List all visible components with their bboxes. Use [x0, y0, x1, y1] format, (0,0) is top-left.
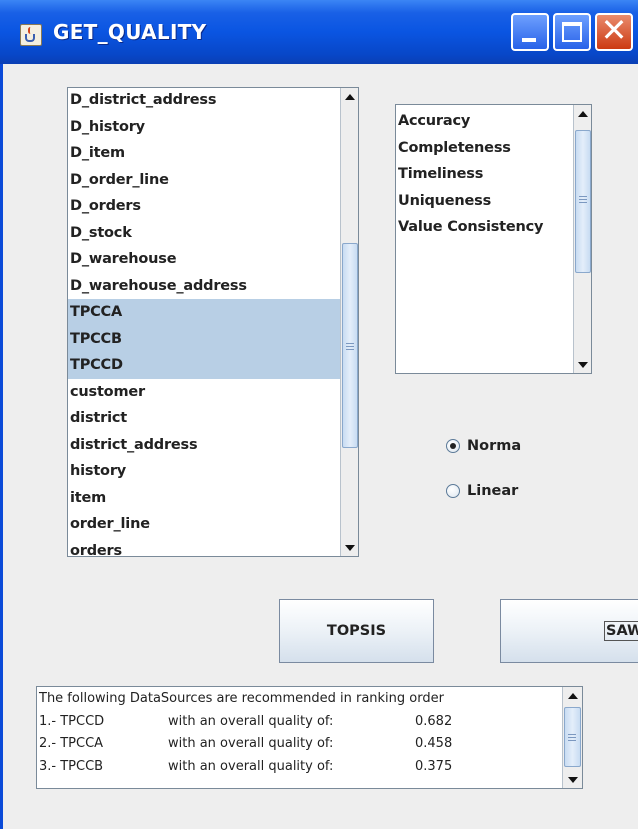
list-item[interactable]: TPCCA — [68, 299, 340, 326]
list-item[interactable]: Timeliness — [396, 161, 573, 188]
list-item[interactable]: Uniqueness — [396, 188, 573, 215]
client-area: D_district_address D_history D_item D_order… — [3, 64, 638, 829]
scroll-up-button[interactable] — [563, 687, 582, 704]
saw-label: SAW — [604, 621, 638, 641]
arrow-up-icon — [344, 93, 355, 100]
result-row: 1.- TPCCD with an overall quality of: 0.… — [39, 711, 562, 734]
results-text-area[interactable]: The following DataSources are recommende… — [36, 686, 583, 789]
scroll-down-button[interactable] — [563, 771, 582, 788]
java-cup-icon[interactable] — [20, 24, 42, 46]
saw-button[interactable]: SAW — [500, 599, 638, 663]
result-row: 3.- TPCCB with an overall quality of: 0.… — [39, 756, 562, 779]
list-item[interactable]: customer — [68, 379, 340, 406]
arrow-up-icon — [577, 110, 588, 117]
result-value: 0.458 — [415, 736, 453, 751]
list-item[interactable]: TPCCB — [68, 325, 340, 352]
result-text: with an overall quality of: — [168, 758, 334, 774]
scroll-down-button[interactable] — [574, 356, 591, 373]
radio-norma[interactable]: Norma — [446, 436, 521, 456]
results-lines: The following DataSources are recommende… — [39, 688, 562, 788]
data-sources-scrollbar[interactable] — [340, 88, 358, 556]
scroll-up-button[interactable] — [341, 88, 358, 105]
result-value: 0.375 — [415, 758, 453, 774]
list-item[interactable]: item — [68, 485, 340, 512]
arrow-down-icon — [577, 361, 588, 368]
radio-label: Linear — [467, 483, 519, 499]
list-item[interactable]: district — [68, 405, 340, 432]
result-value: 0.682 — [415, 713, 453, 729]
result-rank: 2.- TPCCA — [39, 736, 104, 751]
list-item[interactable]: D_warehouse — [68, 246, 340, 273]
data-sources-list[interactable]: D_district_address D_history D_item D_order… — [67, 87, 359, 557]
list-item[interactable]: D_warehouse_address — [68, 273, 340, 300]
list-item[interactable]: Completeness — [396, 135, 573, 162]
quality-criteria-items: Accuracy Completeness Timeliness Uniqueness… — [396, 108, 573, 373]
arrow-up-icon — [567, 692, 578, 699]
result-text: with an overall quality of: — [168, 736, 334, 751]
maximize-button[interactable] — [553, 13, 591, 51]
radio-label: Norma — [467, 438, 522, 454]
list-item[interactable]: D_district_address — [68, 88, 340, 114]
list-item[interactable]: TPCCD — [68, 352, 340, 379]
radio-linear[interactable]: Linear — [446, 481, 518, 501]
quality-criteria-list[interactable]: Accuracy Completeness Timeliness Uniqueness… — [395, 104, 592, 374]
result-text: with an overall quality of: — [168, 713, 334, 729]
radio-circle[interactable] — [446, 484, 460, 498]
minimize-button[interactable] — [511, 13, 549, 51]
scroll-thumb[interactable] — [342, 243, 358, 448]
arrow-down-icon — [344, 544, 355, 551]
scroll-down-button[interactable] — [341, 539, 358, 556]
list-item[interactable]: order_line — [68, 511, 340, 538]
window-title: GET_QUALITY — [53, 20, 207, 44]
radio-selected-dot — [450, 443, 456, 449]
list-item[interactable]: district_address — [68, 432, 340, 459]
data-sources-items: D_district_address D_history D_item D_order… — [68, 88, 340, 557]
arrow-down-icon — [567, 776, 578, 783]
list-item[interactable]: D_history — [68, 114, 340, 141]
list-item[interactable]: D_stock — [68, 220, 340, 247]
topsis-label: TOPSIS — [326, 623, 387, 639]
list-item[interactable]: D_item — [68, 140, 340, 167]
scroll-up-button[interactable] — [574, 105, 591, 122]
list-item[interactable]: Value Consistency — [396, 214, 573, 241]
minimize-icon — [522, 38, 536, 42]
results-header: The following DataSources are recommende… — [39, 691, 444, 706]
result-row: 2.- TPCCA with an overall quality of: 0.… — [39, 733, 562, 756]
results-scrollbar[interactable] — [562, 687, 582, 788]
criteria-scrollbar[interactable] — [573, 105, 591, 373]
close-button[interactable]: ✕ — [595, 11, 633, 51]
app-window: GET_QUALITY ✕ D_district_address D_histor… — [0, 0, 638, 829]
maximize-icon — [562, 22, 582, 42]
scroll-thumb[interactable] — [564, 707, 581, 767]
list-item[interactable]: history — [68, 458, 340, 485]
list-item[interactable]: D_orders — [68, 193, 340, 220]
list-item[interactable]: D_order_line — [68, 167, 340, 194]
list-item[interactable]: orders — [68, 538, 340, 557]
topsis-button[interactable]: TOPSIS — [279, 599, 434, 663]
radio-circle[interactable] — [446, 439, 460, 453]
close-icon: ✕ — [600, 11, 628, 49]
list-item[interactable]: Accuracy — [396, 108, 573, 135]
title-bar[interactable]: GET_QUALITY ✕ — [0, 0, 638, 64]
result-rank: 1.- TPCCD — [39, 713, 105, 729]
scroll-thumb[interactable] — [575, 130, 591, 273]
result-rank: 3.- TPCCB — [39, 758, 104, 774]
